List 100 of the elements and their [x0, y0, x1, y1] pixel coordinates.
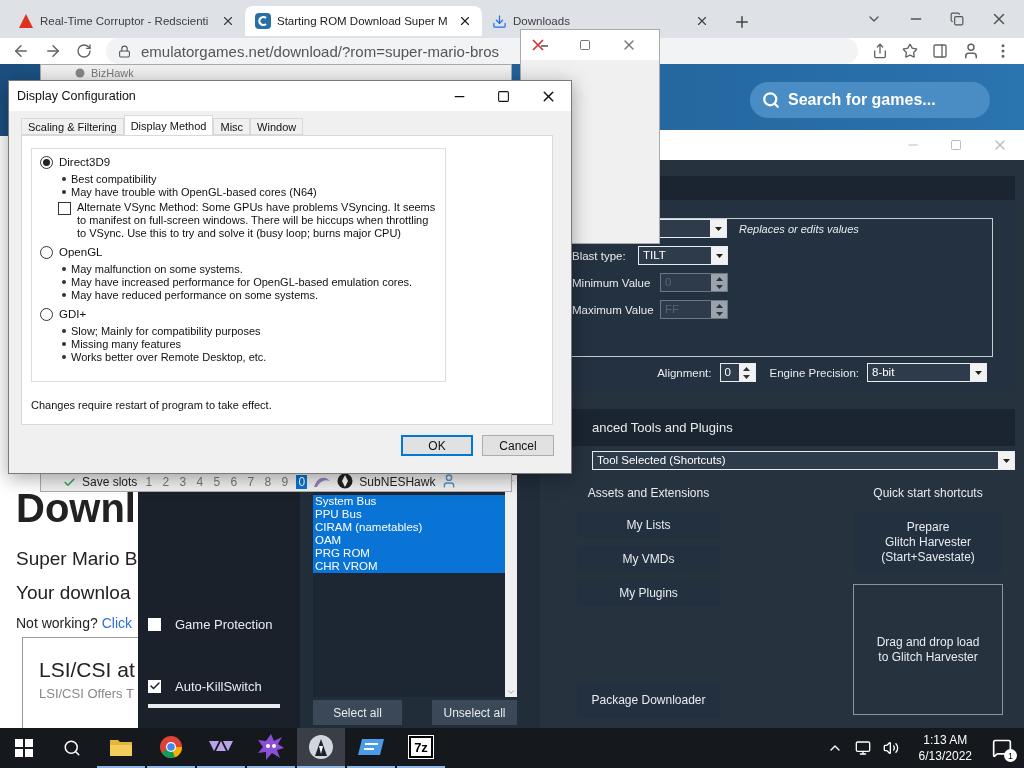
checkbox[interactable]	[148, 679, 161, 693]
save-slot[interactable]: 9	[279, 475, 291, 489]
list-item[interactable]: OAM	[313, 534, 505, 547]
asset-button[interactable]: My VMDs	[577, 546, 720, 572]
dropdown[interactable]: Tool Selected (Shortcuts)	[592, 451, 1015, 470]
caret-icon[interactable]	[974, 370, 982, 375]
browser-tab[interactable]: Starting ROM Download Super M	[245, 6, 482, 36]
checkbox[interactable]	[148, 617, 161, 631]
option-label: Direct3D9	[59, 156, 111, 168]
dropdown[interactable]: 8-bit	[867, 363, 987, 382]
bullet-text: May have increased performance for OpenGL-based emulation cores.	[60, 276, 437, 289]
close-icon[interactable]	[221, 14, 235, 28]
folder-icon	[109, 737, 133, 757]
close-icon[interactable]	[458, 14, 472, 28]
status-label: Save slots	[82, 475, 138, 489]
asset-button[interactable]: My Plugins	[577, 580, 720, 606]
scrollbar[interactable]	[505, 475, 517, 697]
list-item[interactable]: CIRAM (nametables)	[313, 521, 505, 534]
list-item[interactable]: System Bus	[313, 495, 505, 508]
option-label: GDI+	[59, 308, 87, 320]
core-name: SubNESHawk	[359, 475, 436, 489]
clock[interactable]: 1:13 AM 6/13/2022	[918, 732, 972, 764]
browser-tab[interactable]: Real-Time Corruptor - Redscienti	[8, 6, 245, 36]
checkbox[interactable]	[58, 202, 71, 215]
list-item[interactable]: PRG ROM	[313, 547, 505, 560]
list-item[interactable]: CHR VROM	[313, 560, 505, 573]
crossed-tools-icon	[531, 38, 549, 52]
radio-button[interactable]	[40, 307, 53, 321]
bookmark-icon[interactable]	[902, 43, 918, 59]
dialog-button[interactable]: OK	[401, 435, 473, 456]
window-title: BizHawk	[91, 67, 134, 79]
search-field[interactable]: Search for games...	[750, 82, 990, 118]
taskbar-button[interactable]: 7z	[397, 728, 445, 768]
share-icon[interactable]	[872, 43, 888, 59]
dropdown[interactable]: TILT	[638, 246, 728, 265]
spiky-creature-icon	[257, 733, 285, 761]
asset-button[interactable]: My Lists	[577, 512, 720, 538]
browser-tab[interactable]: Downloads	[482, 6, 719, 36]
profile-icon[interactable]	[962, 42, 980, 60]
dialog-button[interactable]: Cancel	[482, 435, 554, 456]
dialog-tab[interactable]: Window	[250, 118, 304, 135]
triangle-icon	[18, 13, 34, 29]
field-label: Engine Precision:	[769, 366, 859, 379]
checkbox-label: Alternate VSync Method: Some GPUs have problems VSyncing. It seems to manifest on full-screen windows. There will be hiccups when throttling to VSync. Use this to try and solve it (busy loop; burns major CPU)	[77, 201, 437, 240]
dialog-tab[interactable]: Display Method	[123, 115, 214, 135]
save-slot[interactable]: 0	[296, 475, 308, 489]
app-icon	[75, 68, 85, 78]
ad-text: LSI/CSI Offers T	[39, 686, 135, 701]
notification-icon[interactable]	[992, 738, 1012, 758]
option-label: Auto-KillSwitch	[175, 678, 262, 694]
bullet-text: May have trouble with OpenGL-based cores (N64)	[60, 186, 437, 199]
windows-logo-icon	[15, 739, 33, 757]
option-label: OpenGL	[59, 246, 103, 258]
close-icon[interactable]	[695, 14, 709, 28]
dialog-tab[interactable]: Misc	[213, 118, 251, 135]
back-icon[interactable]	[12, 42, 30, 60]
help-link[interactable]: Click	[101, 615, 133, 631]
save-slot[interactable]: 8	[262, 475, 274, 489]
list-button[interactable]: Unselect all	[432, 700, 517, 725]
taskbar-button[interactable]	[297, 728, 345, 768]
spin-field[interactable]: 0	[719, 363, 756, 382]
save-slot[interactable]: 3	[177, 475, 189, 489]
save-slot[interactable]: 5	[211, 475, 223, 489]
restart-note: Changes require restart of program to take effect.	[31, 399, 273, 411]
save-slot[interactable]: 7	[245, 475, 257, 489]
option-label: Game Protection	[175, 616, 273, 632]
dialog-tab[interactable]: Scaling & Filtering	[21, 118, 124, 135]
list-button[interactable]: Select all	[313, 700, 402, 725]
help-text: Not working?	[16, 615, 98, 631]
downloader-button[interactable]: Package Downloader	[577, 683, 720, 718]
archive-logo: 7z	[409, 736, 433, 758]
search-icon	[63, 739, 81, 757]
save-slot[interactable]: 1	[143, 475, 155, 489]
drop-zone[interactable]: Drag and drop load to Glitch Harvester	[853, 584, 1003, 715]
caret-icon[interactable]	[715, 253, 723, 258]
save-slot[interactable]: 2	[160, 475, 172, 489]
list-item[interactable]: PPU Bus	[313, 508, 505, 521]
save-slot[interactable]: 4	[194, 475, 206, 489]
download-icon	[492, 13, 507, 29]
reload-icon[interactable]	[76, 43, 92, 59]
card-icon	[357, 737, 385, 757]
maximize-icon[interactable]	[497, 89, 510, 103]
browser-icon	[159, 735, 183, 759]
network-icon[interactable]	[854, 740, 871, 756]
volume-icon[interactable]	[882, 740, 899, 756]
new-tab-icon[interactable]	[733, 13, 751, 31]
radio-button[interactable]	[40, 155, 53, 169]
caret-icon[interactable]	[714, 226, 722, 231]
forward-icon[interactable]	[44, 42, 62, 60]
site-logo-icon	[255, 13, 271, 29]
window-title: Display Configuration	[17, 89, 137, 103]
shortcut-button[interactable]: Prepare Glitch Harvester (Start+Savestate)	[853, 512, 1003, 573]
save-slot[interactable]: 6	[228, 475, 240, 489]
bullet-text: Missing many features	[60, 338, 437, 351]
radio-button[interactable]	[40, 245, 53, 259]
caret-icon[interactable]	[1002, 458, 1010, 463]
restore-icon[interactable]	[950, 12, 964, 26]
bullet-text: Best compatibility	[60, 173, 437, 186]
side-panel-icon[interactable]	[932, 43, 948, 59]
spin-arrows-icon[interactable]	[743, 366, 750, 379]
